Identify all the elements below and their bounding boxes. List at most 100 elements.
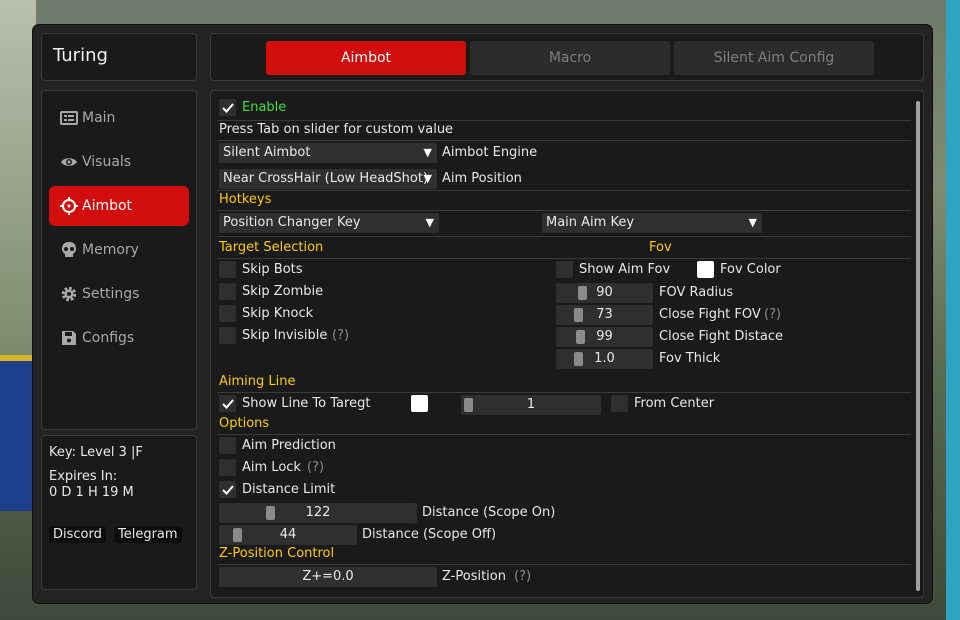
aimbot-engine-value: Silent Aimbot [223, 145, 311, 160]
sidebar-item-label: Aimbot [82, 198, 133, 214]
position-changer-key-select[interactable]: Position Changer Key ▼ [219, 213, 439, 233]
enable-checkbox[interactable] [219, 99, 236, 116]
chevron-down-icon: ▼ [425, 216, 434, 229]
position-changer-key-label: Position Changer Key [223, 215, 361, 230]
aimbot-engine-select[interactable]: Silent Aimbot ▼ [219, 143, 437, 163]
checkmark-icon [221, 102, 234, 113]
show-line-checkbox[interactable] [219, 395, 236, 412]
show-line-label: Show Line To Taregt [242, 396, 371, 411]
from-center-checkbox[interactable] [611, 395, 628, 412]
license-panel: Key: Level 3 |F Expires In: 0 D 1 H 19 M… [41, 435, 197, 590]
close-fight-distance-value: 99 [596, 329, 613, 344]
distance-limit-label: Distance Limit [242, 482, 336, 497]
distance-limit-checkbox[interactable] [219, 481, 236, 498]
checkmark-icon [221, 484, 234, 495]
fov-radius-label: FOV Radius [659, 285, 734, 300]
tab-bar: Aimbot Macro Silent Aim Config [210, 33, 924, 81]
close-fight-fov-label: Close Fight FOV [659, 307, 761, 322]
line-color-swatch[interactable] [411, 395, 428, 412]
z-position-section-title: Z-Position Control [219, 546, 335, 561]
from-center-label: From Center [634, 396, 715, 411]
sidebar-item-configs[interactable]: Configs [49, 318, 189, 358]
distance-scope-off-label: Distance (Scope Off) [362, 527, 497, 542]
close-fight-distance-slider[interactable]: 99 [556, 327, 653, 347]
license-key: Key: Level 3 |F [49, 445, 143, 460]
sidebar-item-label: Visuals [82, 154, 132, 170]
crosshair-icon [60, 197, 78, 215]
sidebar-item-aimbot[interactable]: Aimbot [49, 186, 189, 226]
telegram-link[interactable]: Telegram [114, 526, 182, 543]
tab-silent-aim-config[interactable]: Silent Aim Config [674, 41, 874, 75]
scrollbar-thumb[interactable] [916, 101, 920, 591]
sidebar: Main Visuals Aimbot Memory Settings Conf… [41, 90, 197, 430]
fov-radius-value: 90 [596, 285, 613, 300]
scrollbar[interactable] [916, 101, 920, 591]
skip-knock-checkbox[interactable] [219, 305, 236, 322]
sidebar-item-label: Configs [82, 330, 135, 346]
main-aim-key-select[interactable]: Main Aim Key ▼ [542, 213, 762, 233]
fov-thick-label: Fov Thick [659, 351, 721, 366]
divider [217, 236, 911, 237]
sidebar-item-settings[interactable]: Settings [49, 274, 189, 314]
fov-thick-slider[interactable]: 1.0 [556, 349, 653, 369]
options-section-title: Options [219, 416, 270, 431]
fov-thick-value: 1.0 [594, 351, 615, 366]
distance-scope-off-slider[interactable]: 44 [219, 525, 357, 545]
fov-radius-slider[interactable]: 90 [556, 283, 653, 303]
discord-link[interactable]: Discord [49, 526, 106, 543]
aim-lock-checkbox[interactable] [219, 459, 236, 476]
z-position-help[interactable]: (?) [514, 569, 531, 585]
tab-aimbot[interactable]: Aimbot [266, 41, 466, 75]
cheat-menu-window: Turing Main Visuals Aimbot Memory Settin… [33, 25, 932, 603]
aim-prediction-checkbox[interactable] [219, 437, 236, 454]
tab-macro[interactable]: Macro [470, 41, 670, 75]
skip-zombie-label: Skip Zombie [242, 284, 324, 299]
hotkeys-section-title: Hotkeys [219, 192, 272, 207]
skip-invisible-help[interactable]: (?) [332, 328, 349, 344]
expires-value: 0 D 1 H 19 M [49, 485, 134, 500]
close-fight-distance-label: Close Fight Distace [659, 329, 784, 344]
sidebar-item-label: Main [82, 110, 116, 126]
divider [217, 564, 911, 565]
skip-bots-checkbox[interactable] [219, 261, 236, 278]
sidebar-item-label: Settings [82, 286, 140, 302]
aimbot-engine-label: Aimbot Engine [442, 145, 538, 160]
close-fight-fov-value: 73 [596, 307, 613, 322]
aim-position-select[interactable]: Near CrossHair (Low HeadShot) ▼ [219, 169, 437, 189]
distance-scope-on-slider[interactable]: 122 [219, 503, 417, 523]
sidebar-item-memory[interactable]: Memory [49, 230, 189, 270]
divider [217, 392, 911, 393]
aiming-line-section-title: Aiming Line [219, 374, 296, 389]
game-background [0, 0, 36, 355]
sidebar-item-visuals[interactable]: Visuals [49, 142, 189, 182]
show-aim-fov-label: Show Aim Fov [579, 262, 671, 277]
z-position-value: Z+=0.0 [302, 569, 354, 584]
floppy-icon [62, 331, 76, 345]
fov-color-label: Fov Color [720, 262, 781, 277]
close-fight-fov-slider[interactable]: 73 [556, 305, 653, 325]
aim-lock-help[interactable]: (?) [307, 460, 324, 476]
sidebar-item-main[interactable]: Main [49, 98, 189, 138]
divider [217, 210, 911, 211]
skip-invisible-checkbox[interactable] [219, 327, 236, 344]
target-selection-section-title: Target Selection [219, 240, 324, 255]
fov-color-swatch[interactable] [697, 261, 714, 278]
skip-knock-label: Skip Knock [242, 306, 314, 321]
z-position-slider[interactable]: Z+=0.0 [219, 567, 437, 587]
divider [217, 140, 911, 141]
game-background-train [0, 355, 36, 511]
divider [217, 434, 911, 435]
aim-position-label: Aim Position [442, 171, 522, 186]
skip-zombie-checkbox[interactable] [219, 283, 236, 300]
aim-prediction-label: Aim Prediction [242, 438, 336, 453]
chevron-down-icon: ▼ [748, 216, 757, 229]
distance-scope-on-label: Distance (Scope On) [422, 505, 556, 520]
expires-label: Expires In: [49, 469, 118, 484]
chevron-down-icon: ▼ [423, 172, 432, 185]
show-aim-fov-checkbox[interactable] [556, 261, 573, 278]
close-fight-fov-help[interactable]: (?) [764, 307, 781, 323]
line-thickness-value: 1 [526, 397, 536, 412]
line-thickness-slider[interactable]: 1 [461, 395, 601, 415]
app-title: Turing [41, 33, 197, 81]
chevron-down-icon: ▼ [423, 146, 432, 159]
